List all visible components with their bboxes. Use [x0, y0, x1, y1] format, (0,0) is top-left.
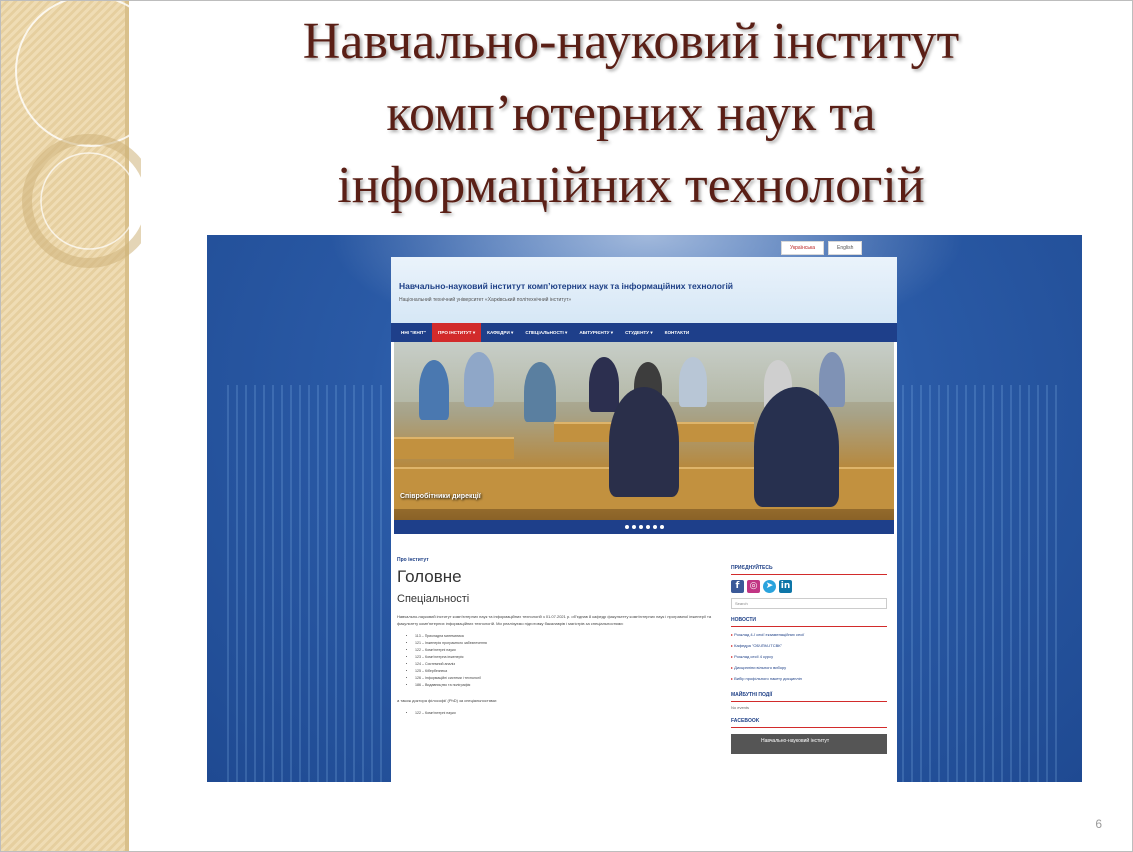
slider-caption: Співробітники дирекції — [400, 493, 481, 500]
main-content: Про інститут Головне Спеціальності Навча… — [397, 557, 717, 717]
nav-item-applicants[interactable]: АБІТУРІЄНТУ ▾ — [573, 323, 619, 342]
website-screenshot: Українська English Навчально-науковий ін… — [207, 235, 1082, 782]
site-title[interactable]: Навчально-науковий інститут комп’ютерних… — [399, 281, 733, 291]
facebook-page-name: Навчально-науковий інститут — [761, 738, 830, 744]
social-links: f ◎ ➤ in — [731, 580, 887, 593]
news-item[interactable]: Розклад сесії 4 курсу — [731, 651, 887, 662]
linkedin-icon[interactable]: in — [779, 580, 792, 593]
news-item[interactable]: Розклад 4-ї сесії екзаменаційних сесії — [731, 629, 887, 640]
decorative-circles — [15, 1, 141, 268]
events-text: No events — [731, 705, 750, 710]
nav-item-contacts[interactable]: КОНТАКТИ — [659, 323, 696, 342]
title-line-2: комп’ютерних наук та — [386, 85, 876, 142]
main-nav: ННІ "ІКНІТ" ПРО ІНСТИТУТ ▾ КАФЕДРИ ▾ СПЕ… — [391, 323, 897, 342]
nav-item-departments[interactable]: КАФЕДРИ ▾ — [481, 323, 519, 342]
site-header: Навчально-науковий інститут комп’ютерних… — [391, 257, 897, 323]
list-item[interactable]: 125 – Кібербезпека — [415, 668, 717, 675]
news-item[interactable]: Кафедра "ОБЧПМ-ІТСВК" — [731, 640, 887, 651]
slide: Навчально-науковий інститут комп’ютерних… — [0, 0, 1133, 852]
news-list: Розклад 4-ї сесії екзаменаційних сесії К… — [731, 629, 887, 684]
slide-title: Навчально-науковий інститут комп’ютерних… — [201, 6, 1061, 222]
facebook-icon[interactable]: f — [731, 580, 744, 593]
list-item[interactable]: 123 – Комп’ютерна інженерія — [415, 654, 717, 661]
list-item[interactable]: 124 – Системний аналіз — [415, 661, 717, 668]
list-item[interactable]: 113 – Прикладна математика — [415, 633, 717, 640]
photo-slider[interactable]: Співробітники дирекції — [394, 342, 894, 520]
phd-paragraph: а також доктора філософії (PhD) за спеці… — [397, 698, 497, 703]
specialties-list: 113 – Прикладна математика 121 – Інженер… — [415, 633, 717, 689]
binary-pattern-left — [227, 385, 387, 782]
facebook-widget-title: FACEBOOK — [731, 718, 887, 728]
slider-dot[interactable] — [652, 525, 657, 529]
nav-item-students[interactable]: СТУДЕНТУ ▾ — [619, 323, 659, 342]
intro-paragraph: Навчально-науковий інститут комп’ютерних… — [397, 614, 712, 626]
search-input[interactable]: Search — [731, 598, 887, 609]
slider-dot[interactable] — [624, 525, 629, 529]
title-line-1: Навчально-науковий інститут — [302, 13, 960, 70]
page-title: Головне — [397, 567, 462, 586]
facebook-embed[interactable]: Навчально-науковий інститут — [731, 734, 887, 754]
page-number: 6 — [1095, 817, 1102, 831]
section-heading: Спеціальності — [397, 593, 470, 605]
nav-item-specialties[interactable]: СПЕЦІАЛЬНОСТІ ▾ — [519, 323, 573, 342]
join-widget-title: ПРИЄДНУЙТЕСЬ — [731, 565, 887, 575]
breadcrumb[interactable]: Про інститут — [397, 557, 717, 563]
events-widget-title: МАЙБУТНІ ПОДІЇ — [731, 692, 887, 702]
language-switcher: Українська English — [781, 241, 863, 255]
sidebar: ПРИЄДНУЙТЕСЬ f ◎ ➤ in Search НОВОСТИ Роз… — [731, 557, 887, 754]
list-item[interactable]: 121 – Інженерія програмного забезпечення — [415, 640, 717, 647]
slider-dot[interactable] — [659, 525, 664, 529]
news-widget-title: НОВОСТИ — [731, 617, 887, 627]
slider-dot[interactable] — [645, 525, 650, 529]
list-item[interactable]: 122 – Комп’ютерні науки — [415, 710, 717, 717]
list-item[interactable]: 126 – Інформаційні системи і технології — [415, 675, 717, 682]
title-line-3: інформаційних технологій — [337, 157, 925, 214]
telegram-icon[interactable]: ➤ — [763, 580, 776, 593]
site-container: Навчально-науковий інститут комп’ютерних… — [391, 257, 897, 782]
phd-list: 122 – Комп’ютерні науки — [415, 710, 717, 717]
news-item[interactable]: Дисципліни вільного вибору — [731, 662, 887, 673]
site-subtitle: Національний технічний університет «Харк… — [399, 297, 572, 303]
lang-ukrainian[interactable]: Українська — [781, 241, 825, 255]
nav-item-home[interactable]: ННІ "ІКНІТ" — [395, 323, 432, 342]
news-item[interactable]: Вибір профільного пакету дисциплін — [731, 673, 887, 684]
binary-pattern-right — [902, 385, 1062, 782]
list-item[interactable]: 186 – Видавництво та поліграфія — [415, 682, 717, 689]
list-item[interactable]: 122 – Комп’ютерні науки — [415, 647, 717, 654]
slider-dot[interactable] — [631, 525, 636, 529]
slider-pagination — [394, 520, 894, 534]
instagram-icon[interactable]: ◎ — [747, 580, 760, 593]
nav-item-about[interactable]: ПРО ІНСТИТУТ ▾ — [432, 323, 482, 342]
lang-english[interactable]: English — [828, 241, 863, 255]
slider-dot[interactable] — [638, 525, 643, 529]
